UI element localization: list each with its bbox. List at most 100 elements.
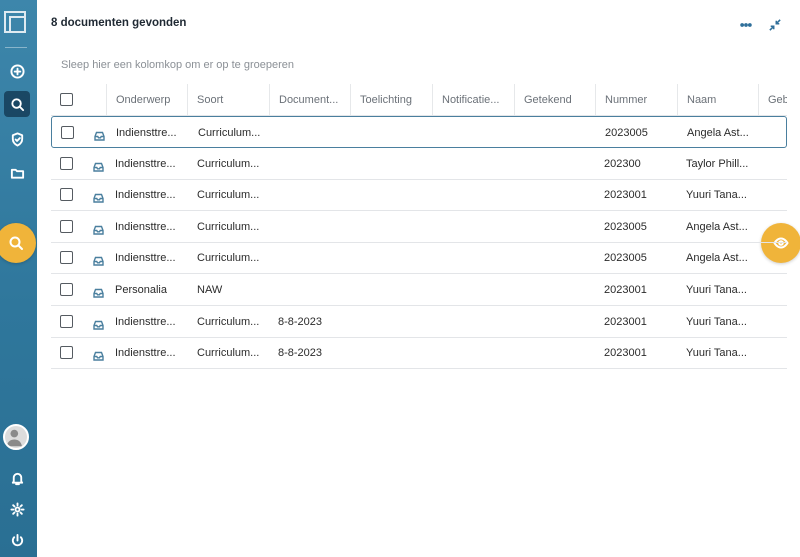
cell-notificatie (442, 274, 512, 306)
document-icon-wrap (93, 222, 104, 235)
cell-notificatie (443, 117, 513, 149)
cell-document-datum (278, 179, 348, 211)
table-row[interactable]: Indiensttre... Curriculum... 2023005 Ang… (51, 242, 787, 275)
column-header-naam[interactable]: Naam (687, 84, 757, 116)
cell-naam: Yuuri Tana... (686, 315, 747, 328)
notifications-button[interactable] (4, 465, 30, 491)
cell-soort: Curriculum... (197, 252, 260, 265)
table-row[interactable]: Personalia NAW 2023001 Yuuri Tana... (51, 274, 787, 306)
row-checkbox[interactable] (61, 126, 74, 139)
cell-naam: Yuuri Tana... (686, 189, 747, 202)
cell-soort: Curriculum... (197, 315, 260, 328)
inbox-icon (93, 257, 104, 267)
cell-naam: Yuuri Tana... (686, 347, 747, 360)
table-row[interactable]: Indiensttre... Curriculum... 8-8-2023 20… (51, 337, 787, 370)
row-checkbox[interactable] (60, 219, 73, 233)
cell-getekend (524, 242, 594, 274)
row-checkbox[interactable] (60, 314, 73, 328)
settings-button[interactable] (4, 496, 30, 522)
collapse-button[interactable] (768, 18, 782, 32)
avatar[interactable] (3, 424, 29, 450)
column-header-nummer[interactable]: Nummer (605, 84, 675, 116)
folder-nav-button[interactable] (4, 160, 30, 186)
column-header-soort[interactable]: Soort (197, 84, 267, 116)
cell-onderwerp: Indiensttre... (115, 347, 176, 360)
cell-naam: Angela Ast... (686, 252, 748, 265)
gear-icon (9, 501, 25, 517)
cell-naam: Angela Ast... (686, 220, 748, 233)
cell-notificatie (442, 211, 512, 243)
cell-soort: Curriculum... (197, 220, 260, 233)
cell-onderwerp: Indiensttre... (115, 220, 176, 233)
document-icon-wrap (94, 128, 105, 141)
cell-toelichting (360, 211, 430, 243)
cell-document-datum (278, 274, 348, 306)
cell-soort: Curriculum... (197, 347, 260, 360)
column-header-getekend[interactable]: Getekend (524, 84, 594, 116)
table-row[interactable]: Indiensttre... Curriculum... 8-8-2023 20… (51, 306, 787, 338)
cell-toelichting (360, 306, 430, 338)
cell-getekend (524, 211, 594, 243)
cell-getekend (524, 306, 594, 338)
column-header-toelichting[interactable]: Toelichting (360, 84, 430, 116)
select-all-checkbox[interactable] (60, 93, 73, 106)
column-header-geb[interactable]: Geb (768, 84, 787, 116)
cell-soort: NAW (197, 284, 223, 296)
app-logo[interactable] (4, 11, 26, 33)
inbox-icon (93, 193, 104, 203)
inbox-icon (94, 131, 105, 141)
cell-nummer: 202300 (604, 157, 641, 170)
document-icon-wrap (93, 159, 104, 172)
cell-toelichting (360, 242, 430, 274)
row-checkbox[interactable] (60, 188, 73, 202)
table-row[interactable]: Indiensttre... Curriculum... 2023001 Yuu… (51, 179, 787, 212)
cell-naam: Angela Ast... (687, 127, 749, 139)
cell-nummer: 2023005 (604, 252, 647, 265)
inbox-icon (93, 320, 104, 330)
result-count-title: 8 documenten gevonden (51, 17, 187, 29)
more-horizontal-icon (740, 23, 752, 27)
table-row[interactable]: Indiensttre... Curriculum... 2023005 Ang… (51, 116, 787, 148)
cell-notificatie (442, 337, 512, 369)
more-options-button[interactable] (739, 18, 753, 32)
folder-icon (10, 168, 24, 179)
search-nav-button[interactable] (4, 91, 30, 117)
cell-onderwerp: Personalia (115, 284, 167, 296)
cell-notificatie (442, 306, 512, 338)
sidebar (0, 0, 37, 557)
cell-notificatie (442, 179, 512, 211)
cell-onderwerp: Indiensttre... (115, 252, 176, 265)
add-button[interactable] (4, 58, 30, 84)
collapse-icon (769, 19, 781, 31)
logout-button[interactable] (4, 527, 30, 553)
cell-nummer: 2023005 (605, 127, 648, 139)
table-row[interactable]: Indiensttre... Curriculum... 202300 Tayl… (51, 148, 787, 180)
inbox-icon (93, 288, 104, 298)
cell-document-datum: 8-8-2023 (278, 315, 323, 328)
row-checkbox[interactable] (60, 156, 73, 170)
cell-notificatie (442, 148, 512, 180)
cell-toelichting (360, 274, 430, 306)
security-nav-button[interactable] (4, 126, 30, 152)
cell-document-datum (278, 148, 348, 180)
cell-onderwerp: Indiensttre... (116, 127, 177, 139)
cell-toelichting (360, 148, 430, 180)
column-header-notificatie[interactable]: Notificatie... (442, 84, 512, 116)
user-icon (6, 429, 22, 447)
search-icon (10, 97, 24, 111)
column-header-document[interactable]: Document... (279, 84, 354, 116)
row-checkbox[interactable] (60, 251, 73, 265)
power-icon (11, 533, 23, 546)
row-checkbox[interactable] (60, 283, 73, 296)
cell-getekend (524, 179, 594, 211)
cell-getekend (524, 148, 594, 180)
document-icon-wrap (93, 317, 104, 330)
column-header-onderwerp[interactable]: Onderwerp (116, 84, 186, 116)
cell-onderwerp: Indiensttre... (115, 189, 176, 202)
group-drop-zone[interactable]: Sleep hier een kolomkop om er op te groe… (61, 59, 294, 71)
table-header: Onderwerp Soort Document... Toelichting … (51, 84, 787, 116)
row-checkbox[interactable] (60, 346, 73, 360)
table-row[interactable]: Indiensttre... Curriculum... 2023005 Ang… (51, 211, 787, 243)
cell-onderwerp: Indiensttre... (115, 157, 176, 170)
cell-document-datum: 8-8-2023 (278, 347, 323, 360)
